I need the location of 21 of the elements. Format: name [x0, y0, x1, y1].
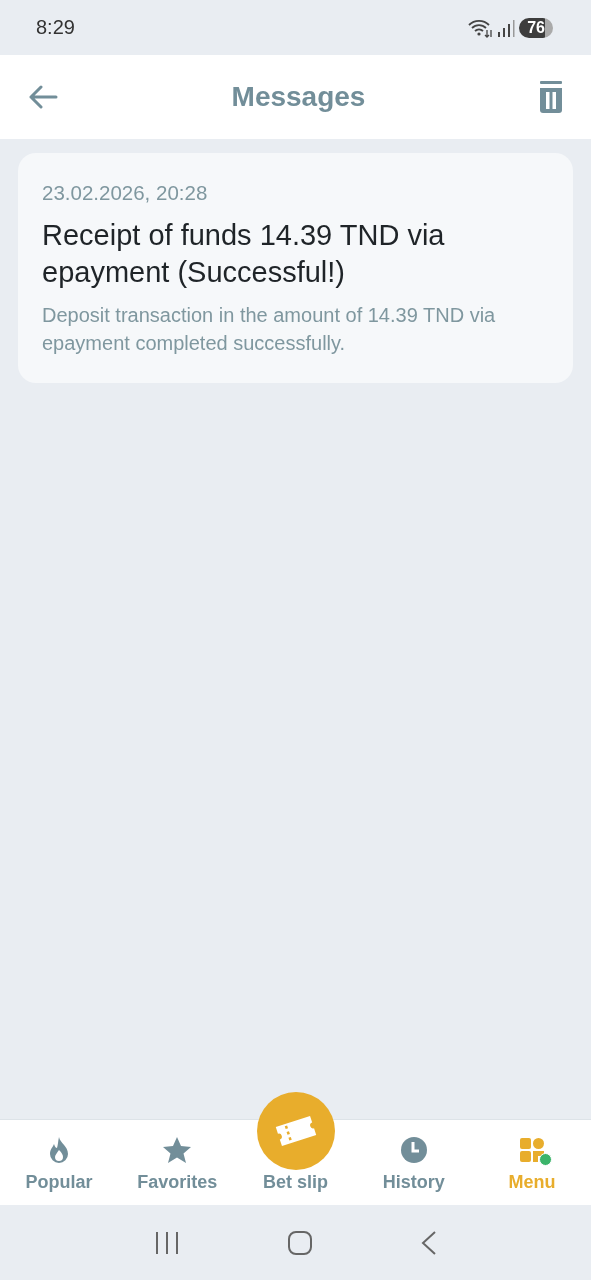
- signal-icon: [497, 17, 516, 38]
- clock-icon: [399, 1136, 428, 1164]
- nav-tab[interactable]: Popular: [0, 1119, 119, 1205]
- message-date: 23.02.2026, 20:28: [42, 181, 209, 205]
- trash-icon: [539, 81, 563, 113]
- battery-indicator: 76: [519, 17, 553, 38]
- home-icon: [286, 1229, 313, 1256]
- message-card[interactable]: 23.02.2026, 20:28 Receipt of funds 14.39 TND via epayment (Successful!) Deposit transaction in the amount of 14.39 TND via epayment completed successfully.: [18, 153, 573, 383]
- nav-tab[interactable]: History: [354, 1119, 473, 1205]
- back-arrow-icon: [28, 85, 58, 109]
- message-body: Deposit transaction in the amount of 14.39 TND via epayment completed successfully.: [42, 303, 497, 356]
- grid-icon: [517, 1136, 546, 1164]
- status-time: 8:29: [36, 16, 75, 39]
- recent-apps-icon: [153, 1230, 180, 1255]
- nav-tab[interactable]: Favorites: [118, 1119, 237, 1205]
- nav-tab[interactable]: Menu: [472, 1119, 591, 1205]
- back-icon: [419, 1229, 438, 1256]
- message-title: Receipt of funds 14.39 TND via epayment (Successful!): [42, 218, 446, 290]
- screen-title: Messages: [231, 81, 366, 113]
- wifi-icon: [467, 17, 494, 38]
- star-icon: [163, 1136, 192, 1164]
